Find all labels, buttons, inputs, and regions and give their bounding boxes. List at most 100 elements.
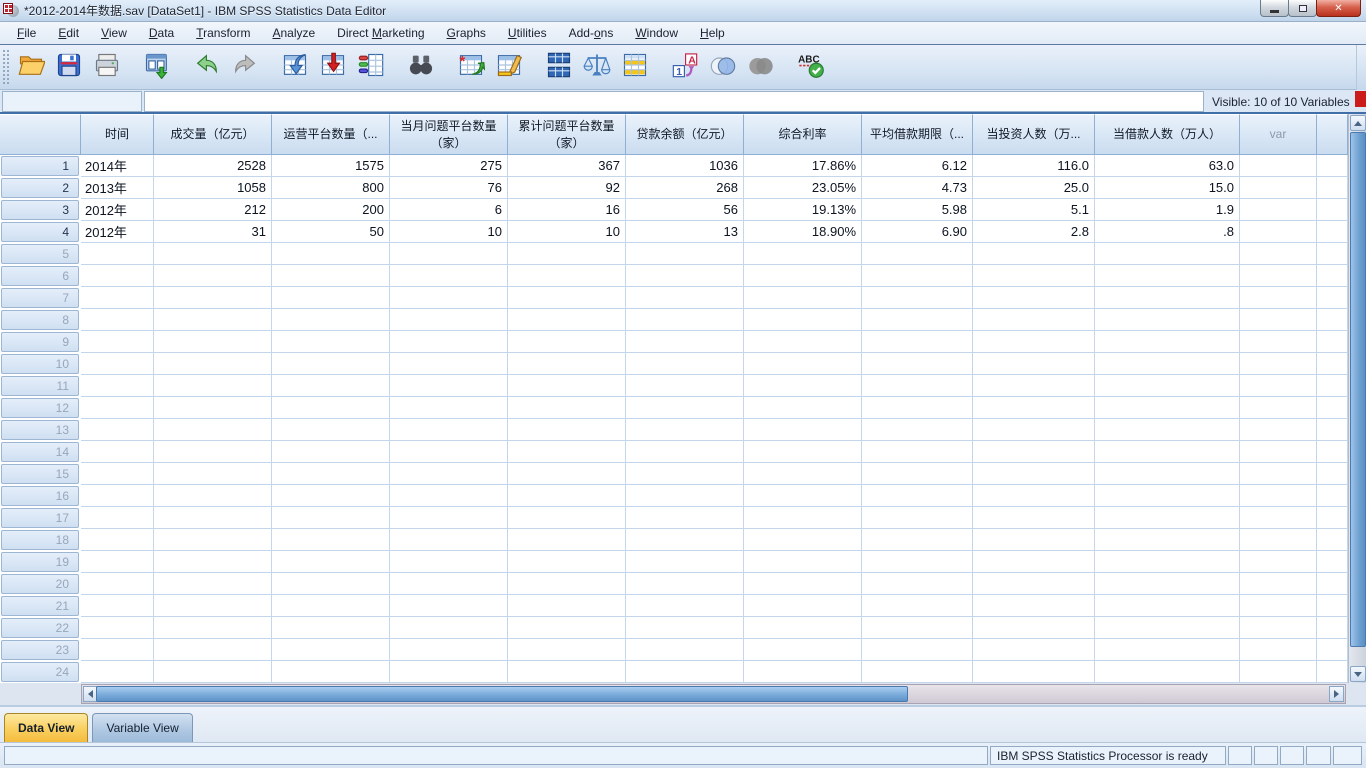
row-header-9[interactable]: 9 xyxy=(0,331,81,353)
data-cell[interactable] xyxy=(272,441,390,463)
data-cell[interactable]: 31 xyxy=(154,221,272,243)
data-cell[interactable]: 17.86% xyxy=(744,155,862,177)
row-header-20[interactable]: 20 xyxy=(0,573,81,595)
data-cell[interactable] xyxy=(154,661,272,683)
data-cell[interactable] xyxy=(272,419,390,441)
data-cell[interactable] xyxy=(154,331,272,353)
data-cell[interactable] xyxy=(1095,287,1240,309)
data-cell[interactable] xyxy=(154,309,272,331)
data-cell[interactable] xyxy=(154,419,272,441)
data-cell[interactable] xyxy=(1095,639,1240,661)
data-cell[interactable]: 25.0 xyxy=(973,177,1095,199)
data-cell[interactable]: 18.90% xyxy=(744,221,862,243)
row-header-3[interactable]: 3 xyxy=(0,199,81,221)
data-cell[interactable] xyxy=(81,551,154,573)
data-cell[interactable] xyxy=(272,639,390,661)
data-cell[interactable] xyxy=(626,551,744,573)
data-cell[interactable] xyxy=(272,617,390,639)
redo-button[interactable] xyxy=(226,49,264,86)
data-cell[interactable] xyxy=(154,397,272,419)
data-cell[interactable] xyxy=(744,551,862,573)
row-header-11[interactable]: 11 xyxy=(0,375,81,397)
column-header-10[interactable]: 当借款人数（万人） xyxy=(1095,114,1240,155)
data-cell[interactable] xyxy=(744,507,862,529)
data-cell[interactable] xyxy=(1240,441,1317,463)
data-cell[interactable] xyxy=(390,551,508,573)
data-cell[interactable] xyxy=(81,661,154,683)
data-cell[interactable] xyxy=(973,353,1095,375)
data-cell[interactable] xyxy=(272,661,390,683)
save-button[interactable] xyxy=(50,49,88,86)
data-cell[interactable] xyxy=(81,309,154,331)
data-cell[interactable] xyxy=(973,397,1095,419)
data-cell[interactable] xyxy=(1095,375,1240,397)
data-cell[interactable] xyxy=(272,595,390,617)
row-header-1[interactable]: 1 xyxy=(0,155,81,177)
data-cell[interactable] xyxy=(154,595,272,617)
data-cell[interactable] xyxy=(973,661,1095,683)
menu-edit[interactable]: Edit xyxy=(47,23,90,43)
data-cell[interactable] xyxy=(390,419,508,441)
data-cell[interactable] xyxy=(973,441,1095,463)
data-cell[interactable] xyxy=(1240,617,1317,639)
data-cell[interactable] xyxy=(154,551,272,573)
data-cell[interactable] xyxy=(626,419,744,441)
data-cell[interactable] xyxy=(744,617,862,639)
goto-variable-button[interactable] xyxy=(314,49,352,86)
data-cell[interactable] xyxy=(272,463,390,485)
data-cell[interactable] xyxy=(862,441,973,463)
data-cell[interactable] xyxy=(626,529,744,551)
data-cell[interactable] xyxy=(1095,573,1240,595)
data-cell[interactable] xyxy=(272,331,390,353)
data-cell[interactable] xyxy=(508,617,626,639)
row-header-21[interactable]: 21 xyxy=(0,595,81,617)
data-cell[interactable]: 5.1 xyxy=(973,199,1095,221)
data-cell[interactable]: 116.0 xyxy=(973,155,1095,177)
insert-variable-button[interactable] xyxy=(490,49,528,86)
data-cell[interactable] xyxy=(744,485,862,507)
data-cell[interactable] xyxy=(508,419,626,441)
row-header-14[interactable]: 14 xyxy=(0,441,81,463)
data-cell[interactable] xyxy=(1095,551,1240,573)
menu-direct-marketing[interactable]: Direct Marketing xyxy=(326,23,435,43)
data-cell[interactable] xyxy=(154,639,272,661)
value-labels-button[interactable]: A1 xyxy=(666,49,704,86)
data-cell[interactable] xyxy=(154,353,272,375)
menu-analyze[interactable]: Analyze xyxy=(261,23,326,43)
data-cell[interactable] xyxy=(81,353,154,375)
data-cell[interactable] xyxy=(862,529,973,551)
data-cell[interactable] xyxy=(390,331,508,353)
data-cell[interactable] xyxy=(1240,551,1317,573)
data-cell[interactable] xyxy=(390,573,508,595)
data-cell[interactable]: 275 xyxy=(390,155,508,177)
data-cell[interactable] xyxy=(744,331,862,353)
data-cell[interactable] xyxy=(744,463,862,485)
data-cell[interactable] xyxy=(272,529,390,551)
tab-variable-view[interactable]: Variable View xyxy=(92,713,192,742)
data-cell[interactable] xyxy=(154,617,272,639)
data-cell[interactable] xyxy=(973,287,1095,309)
data-cell[interactable] xyxy=(973,529,1095,551)
data-cell[interactable] xyxy=(1240,529,1317,551)
data-cell[interactable] xyxy=(154,573,272,595)
data-cell[interactable] xyxy=(744,529,862,551)
data-cell[interactable] xyxy=(1095,243,1240,265)
data-cell[interactable] xyxy=(390,243,508,265)
data-cell[interactable] xyxy=(1240,397,1317,419)
data-cell[interactable] xyxy=(973,309,1095,331)
column-header-1[interactable]: 时间 xyxy=(81,114,154,155)
data-cell[interactable] xyxy=(154,243,272,265)
data-cell[interactable] xyxy=(272,287,390,309)
data-cell[interactable]: 2013年 xyxy=(81,177,154,199)
row-header-7[interactable]: 7 xyxy=(0,287,81,309)
data-cell[interactable] xyxy=(1240,507,1317,529)
data-cell[interactable] xyxy=(81,243,154,265)
horizontal-scrollbar-thumb[interactable] xyxy=(96,686,908,702)
row-header-24[interactable]: 24 xyxy=(0,661,81,683)
data-cell[interactable] xyxy=(862,309,973,331)
row-header-19[interactable]: 19 xyxy=(0,551,81,573)
data-cell[interactable] xyxy=(1240,463,1317,485)
data-cell[interactable] xyxy=(81,265,154,287)
find-button[interactable] xyxy=(402,49,440,86)
data-cell[interactable] xyxy=(973,595,1095,617)
